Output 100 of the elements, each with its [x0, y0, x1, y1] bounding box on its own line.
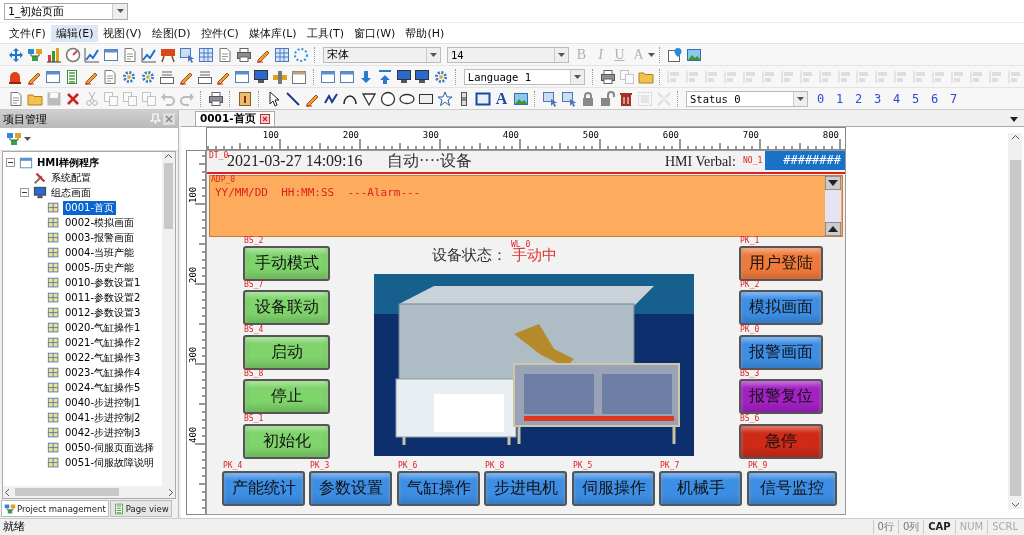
hmi-button[interactable]: 报警画面: [739, 335, 823, 370]
tree-item[interactable]: 0010-参数设置1: [63, 275, 143, 290]
state-button[interactable]: 0: [811, 91, 830, 106]
document-icon[interactable]: [7, 90, 24, 107]
state-button[interactable]: 2: [849, 91, 868, 106]
tree-item[interactable]: 0004-当班产能: [63, 245, 137, 260]
unlock-icon[interactable]: [598, 90, 615, 107]
tree-item[interactable]: 系统配置: [49, 170, 93, 185]
tree-item[interactable]: HMI样例程序: [35, 155, 102, 170]
vertical-scrollbar[interactable]: [162, 152, 175, 486]
number-field-icon[interactable]: [158, 68, 175, 85]
hmi-button[interactable]: 初始化: [243, 424, 330, 459]
language-dropdown[interactable]: Language 1: [463, 68, 586, 85]
network-icon[interactable]: [26, 46, 43, 63]
network-icon[interactable]: [6, 131, 22, 147]
document-icon[interactable]: [216, 46, 233, 63]
gear-icon[interactable]: [120, 68, 137, 85]
menu-item[interactable]: 绘图(D): [146, 24, 196, 42]
close-icon[interactable]: [163, 113, 175, 125]
document-icon[interactable]: [121, 46, 138, 63]
window-icon[interactable]: [234, 68, 251, 85]
menu-item[interactable]: 媒体库(L): [243, 24, 302, 42]
scrollbar-thumb[interactable]: [15, 488, 119, 496]
state-button[interactable]: 4: [887, 91, 906, 106]
hmi-button[interactable]: 停止: [243, 379, 330, 414]
circle-icon[interactable]: [379, 90, 396, 107]
star-icon[interactable]: [436, 90, 453, 107]
table-icon[interactable]: [273, 46, 290, 63]
font-dropdown[interactable]: 宋体: [323, 46, 441, 63]
line-chart-icon[interactable]: [83, 46, 100, 63]
menu-item[interactable]: 帮助(H): [400, 24, 450, 42]
menu-item[interactable]: 窗口(W): [348, 24, 401, 42]
hmi-button[interactable]: 产能统计: [222, 471, 305, 506]
editor-tab[interactable]: 0001-首页: [195, 111, 275, 126]
hmi-button[interactable]: 伺服操作: [572, 471, 655, 506]
window-icon[interactable]: [319, 68, 336, 85]
polygon-icon[interactable]: [360, 90, 377, 107]
state-button[interactable]: 1: [830, 91, 849, 106]
hmi-button[interactable]: 启动: [243, 335, 330, 370]
hmi-button[interactable]: 参数设置: [309, 471, 392, 506]
hmi-button[interactable]: 模拟画面: [739, 290, 823, 325]
tree-item[interactable]: 0003-报警画面: [63, 230, 137, 245]
tree-item[interactable]: 0001-首页: [63, 200, 117, 215]
monitor-icon[interactable]: [414, 68, 431, 85]
tree-item[interactable]: 0040-步进控制1: [63, 395, 143, 410]
document-icon[interactable]: [102, 68, 118, 85]
pin-icon[interactable]: [666, 46, 683, 63]
frame-icon[interactable]: [474, 90, 491, 107]
delete-icon[interactable]: [64, 90, 81, 107]
menu-item[interactable]: 控件(C): [195, 24, 244, 42]
scrollbar-thumb[interactable]: [164, 163, 173, 229]
state-button[interactable]: 3: [868, 91, 887, 106]
printer-icon[interactable]: [599, 68, 616, 85]
easel-icon[interactable]: [159, 46, 176, 63]
scroll-left-icon[interactable]: [3, 487, 12, 497]
dotted-circle-icon[interactable]: [292, 46, 309, 63]
printer-icon[interactable]: [207, 90, 224, 107]
tree-item[interactable]: 组态画面: [49, 185, 93, 200]
hmi-button[interactable]: 机械手: [659, 471, 742, 506]
status-dropdown[interactable]: Status 0: [686, 90, 808, 107]
dropdown-icon[interactable]: [1010, 115, 1018, 123]
scroll-down-icon[interactable]: [1010, 500, 1020, 509]
bar-chart-icon[interactable]: [45, 46, 62, 63]
trash-icon[interactable]: [617, 90, 634, 107]
tree-item[interactable]: 0041-步进控制2: [63, 410, 143, 425]
hmi-button[interactable]: 步进电机: [484, 471, 567, 506]
hmi-button[interactable]: 手动模式: [243, 246, 330, 281]
table-icon[interactable]: [197, 46, 214, 63]
arrow-up-icon[interactable]: [376, 68, 393, 85]
hmi-button[interactable]: 气缸操作: [397, 471, 480, 506]
monitor-icon[interactable]: [395, 68, 412, 85]
monitor-icon[interactable]: [253, 68, 270, 85]
window-icon[interactable]: [102, 46, 119, 63]
hmi-button[interactable]: 设备联动: [243, 290, 330, 325]
vertical-scrollbar[interactable]: [1008, 133, 1022, 509]
move-icon[interactable]: [7, 46, 24, 63]
image-icon[interactable]: [512, 90, 529, 107]
line-icon[interactable]: [284, 90, 301, 107]
scroll-up-icon[interactable]: [1010, 133, 1020, 142]
hmi-button[interactable]: 急停: [739, 424, 823, 459]
tree-item[interactable]: 0021-气缸操作2: [63, 335, 143, 350]
text-tool[interactable]: A: [492, 89, 511, 108]
gear-icon[interactable]: [433, 68, 450, 85]
menu-item[interactable]: 视图(V): [98, 24, 147, 42]
tree-item[interactable]: 0024-气缸操作5: [63, 380, 143, 395]
tree-item[interactable]: 0012-参数设置3: [63, 305, 143, 320]
scroll-up-icon[interactable]: [825, 222, 841, 236]
select-window-icon[interactable]: [178, 46, 195, 63]
select-window-icon[interactable]: [560, 90, 577, 107]
scroll-right-icon[interactable]: [166, 487, 175, 497]
scroll-down-icon[interactable]: [825, 176, 841, 190]
value-field[interactable]: ########: [765, 151, 845, 170]
tree-item[interactable]: 0020-气缸操作1: [63, 320, 143, 335]
tree-item[interactable]: 0023-气缸操作4: [63, 365, 143, 380]
tree-item[interactable]: 0050-伺服页面选择: [63, 440, 157, 455]
ruler-icon[interactable]: [272, 68, 289, 85]
window-icon[interactable]: [338, 68, 355, 85]
menu-item[interactable]: 编辑(E): [50, 24, 99, 42]
scroll-up-icon[interactable]: [164, 152, 173, 161]
font-size-dropdown[interactable]: 14: [447, 46, 569, 63]
